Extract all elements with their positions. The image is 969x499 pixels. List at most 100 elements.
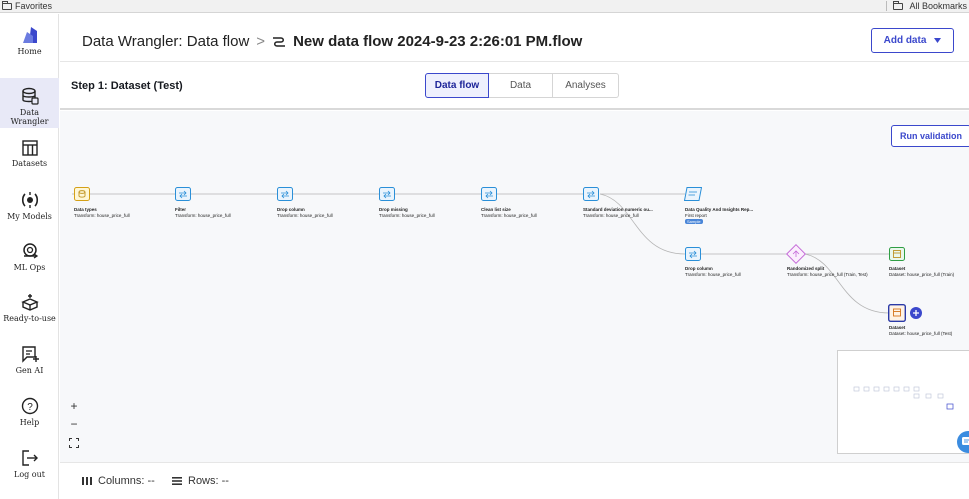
minimap-preview [853, 386, 954, 410]
sidebar-item-label: Help [19, 418, 40, 427]
node-label: Drop column Transform: house_price_full [277, 207, 333, 219]
sidebar-item-label: Datasets [11, 159, 48, 168]
folder-icon [2, 0, 12, 10]
bookmarks-bar: Favorites All Bookmarks [0, 0, 969, 13]
logo-icon [22, 27, 37, 43]
page-title: New data flow 2024-9-23 2:26:01 PM.flow [293, 33, 583, 50]
sidebar-item-label: Data Wrangler [10, 108, 49, 126]
node-label: Dataset Dataset: house_price_full (Train… [889, 266, 954, 278]
node-subtitle: Transform: house_price_full [481, 213, 537, 218]
breadcrumb: Data Wrangler: Data flow > New data flow… [82, 33, 582, 50]
transform-node-icon[interactable] [379, 187, 395, 201]
rows-status: Rows: -- [172, 475, 229, 487]
tab-data-flow[interactable]: Data flow [425, 73, 489, 98]
add-data-label: Add data [883, 35, 927, 46]
node-subtitle: Transform: house_price_full [74, 213, 130, 218]
columns-count: Columns: -- [98, 475, 155, 487]
bookmarks-divider [886, 1, 888, 11]
bookmark-favorites[interactable]: Favorites [2, 0, 53, 11]
sidebar-item-label: ML Ops [13, 263, 46, 272]
app-root: Favorites All Bookmarks Home Data Wrangl… [0, 0, 969, 499]
database-icon [21, 87, 39, 105]
sidebar-item-label: Log out [14, 470, 45, 479]
report-node-icon[interactable] [684, 187, 702, 201]
node-label: Filter Transform: house_price_full [175, 207, 231, 219]
sidebar-item-ready-to-use[interactable]: Ready-to-use [0, 293, 59, 337]
flow-edges [72, 193, 890, 314]
bookmark-all[interactable]: All Bookmarks [886, 0, 967, 11]
flow-icon [273, 36, 286, 47]
transform-node-icon[interactable] [685, 247, 701, 261]
bookmark-all-label: All Bookmarks [909, 1, 967, 11]
caret-down-icon [934, 38, 942, 43]
svg-text:?: ? [27, 402, 33, 413]
node-label: Randomized split Transform: house_price_… [787, 266, 868, 278]
transform-node-icon[interactable] [481, 187, 497, 201]
node-subtitle: Transform: house_price_full [583, 213, 639, 218]
model-icon [21, 192, 38, 208]
sidebar-item-label: Ready-to-use [3, 314, 56, 323]
dataset-test-node-icon[interactable] [888, 304, 906, 322]
add-data-button[interactable]: Add data [871, 28, 954, 53]
node-label: Data Quality And Insights Rep... First r… [685, 207, 753, 225]
transform-node-icon[interactable] [583, 187, 599, 201]
sidebar-item-my-models[interactable]: My Models [0, 191, 59, 235]
add-step-icon[interactable] [910, 307, 922, 319]
sample-badge: Sample [685, 219, 703, 224]
folder-icon [893, 0, 904, 10]
split-node-icon[interactable] [786, 244, 806, 264]
fit-view-icon[interactable] [69, 438, 79, 448]
help-icon: ? [21, 397, 38, 415]
tab-data[interactable]: Data [489, 73, 553, 98]
transform-node-icon[interactable] [277, 187, 293, 201]
columns-status: Columns: -- [82, 475, 155, 487]
breadcrumb-separator: > [256, 33, 266, 50]
node-subtitle: Transform: house_price_full [379, 213, 435, 218]
rows-count: Rows: -- [188, 475, 229, 487]
node-label: Standard deviation numeric ou... Transfo… [583, 207, 653, 219]
columns-icon [82, 477, 92, 485]
node-label: Data types Transform: house_price_full [74, 207, 130, 219]
rows-icon [172, 477, 182, 485]
sidebar-item-ml-ops[interactable]: ML Ops [0, 242, 59, 286]
node-subtitle: Transform: house_price_full [277, 213, 333, 218]
flow-canvas[interactable]: Run validation Data types Transform: hou… [60, 111, 969, 462]
sidebar-item-label: Home [17, 47, 42, 56]
transform-node-icon[interactable] [175, 187, 191, 201]
sidebar-item-label: My Models [7, 212, 52, 221]
breadcrumb-root[interactable]: Data Wrangler: Data flow [82, 33, 249, 50]
sidebar: Home Data Wrangler Datasets My Models ML… [0, 14, 59, 499]
node-label: Clean list size Transform: house_price_f… [481, 207, 537, 219]
chat-assistant-button[interactable] [957, 431, 969, 453]
node-subtitle: Transform: house_price_full (Train, Test… [787, 272, 868, 277]
zoom-in-button[interactable]: + [67, 399, 81, 413]
mlops-icon [22, 243, 38, 259]
sidebar-item-log-out[interactable]: Log out [0, 449, 59, 493]
sidebar-item-home[interactable]: Home [0, 26, 59, 70]
tab-analyses[interactable]: Analyses [553, 73, 619, 98]
node-subtitle: Dataset: house_price_full (Test) [889, 331, 953, 336]
bookmark-favorites-label: Favorites [15, 1, 53, 11]
status-footer: Columns: -- Rows: -- [60, 462, 969, 499]
step-bar: Step 1: Dataset (Test) Data flow Data An… [60, 63, 969, 110]
node-subtitle: Transform: house_price_full [685, 272, 741, 277]
zoom-out-button[interactable]: − [67, 417, 81, 431]
page-header: Data Wrangler: Data flow > New data flow… [60, 14, 969, 62]
sidebar-item-gen-ai[interactable]: Gen AI [0, 345, 59, 389]
box-icon [20, 294, 39, 311]
sidebar-item-datasets[interactable]: Datasets [0, 140, 59, 184]
dataset-train-node-icon[interactable] [889, 247, 905, 261]
genai-icon [21, 346, 39, 363]
node-subtitle: Dataset: house_price_full (Train) [889, 272, 955, 277]
sidebar-item-data-wrangler[interactable]: Data Wrangler [0, 78, 59, 128]
chat-icon [962, 437, 969, 445]
node-label: Drop missing Transform: house_price_full [379, 207, 435, 219]
minimap[interactable] [837, 350, 969, 454]
step-title: Step 1: Dataset (Test) [71, 80, 183, 92]
node-subtitle: Transform: house_price_full [175, 213, 231, 218]
sidebar-item-label: Gen AI [15, 366, 44, 375]
dataset-source-node-icon[interactable] [74, 187, 90, 201]
table-icon [21, 140, 38, 156]
sidebar-item-help[interactable]: ? Help [0, 397, 59, 441]
node-label: Dataset Dataset: house_price_full (Test) [889, 325, 952, 337]
